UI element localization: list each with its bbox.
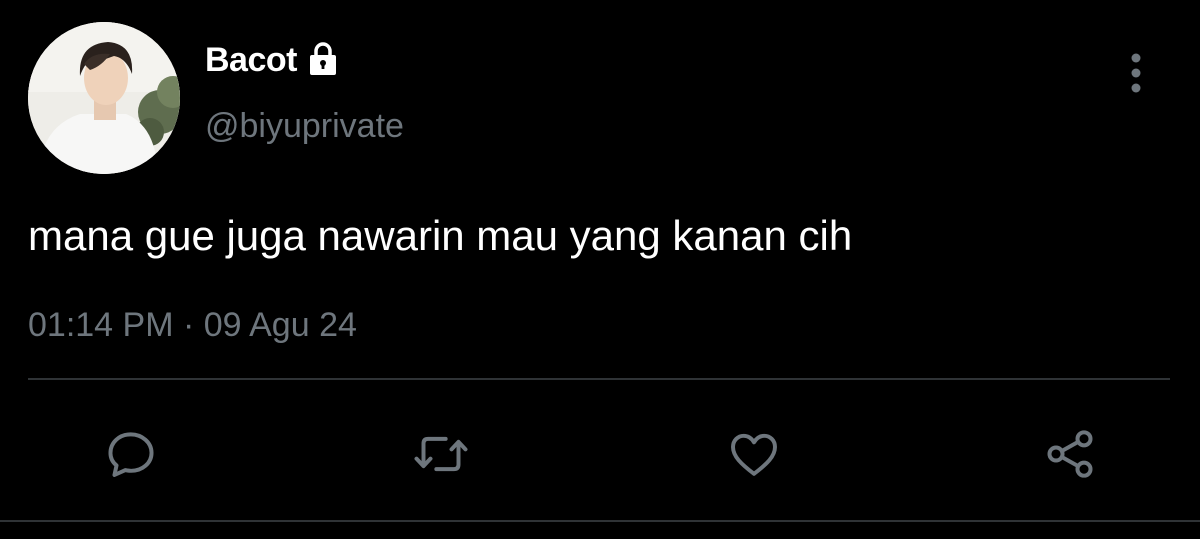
user-handle[interactable]: @biyuprivate xyxy=(205,104,404,148)
retweet-button[interactable] xyxy=(411,424,471,484)
lock-icon xyxy=(305,40,341,76)
divider xyxy=(28,378,1170,380)
reply-button[interactable] xyxy=(101,424,161,484)
avatar-photo xyxy=(28,22,180,174)
like-button[interactable] xyxy=(724,424,784,484)
display-name-row: Bacot xyxy=(205,38,341,82)
tweet-text: mana gue juga nawarin mau yang kanan cih xyxy=(28,212,853,259)
display-name[interactable]: Bacot xyxy=(205,38,297,82)
tweet-timestamp[interactable]: 01:14 PM · 09 Agu 24 xyxy=(28,302,357,348)
heart-icon xyxy=(731,433,777,476)
tweet-card: Bacot @biyuprivate mana gue juga nawarin… xyxy=(0,0,1200,539)
share-icon xyxy=(1047,430,1093,478)
bottom-divider xyxy=(0,520,1200,522)
reply-icon xyxy=(108,432,154,477)
more-vertical-icon[interactable] xyxy=(1118,50,1154,96)
share-button[interactable] xyxy=(1040,424,1100,484)
avatar[interactable] xyxy=(28,22,180,174)
retweet-icon xyxy=(414,436,468,472)
